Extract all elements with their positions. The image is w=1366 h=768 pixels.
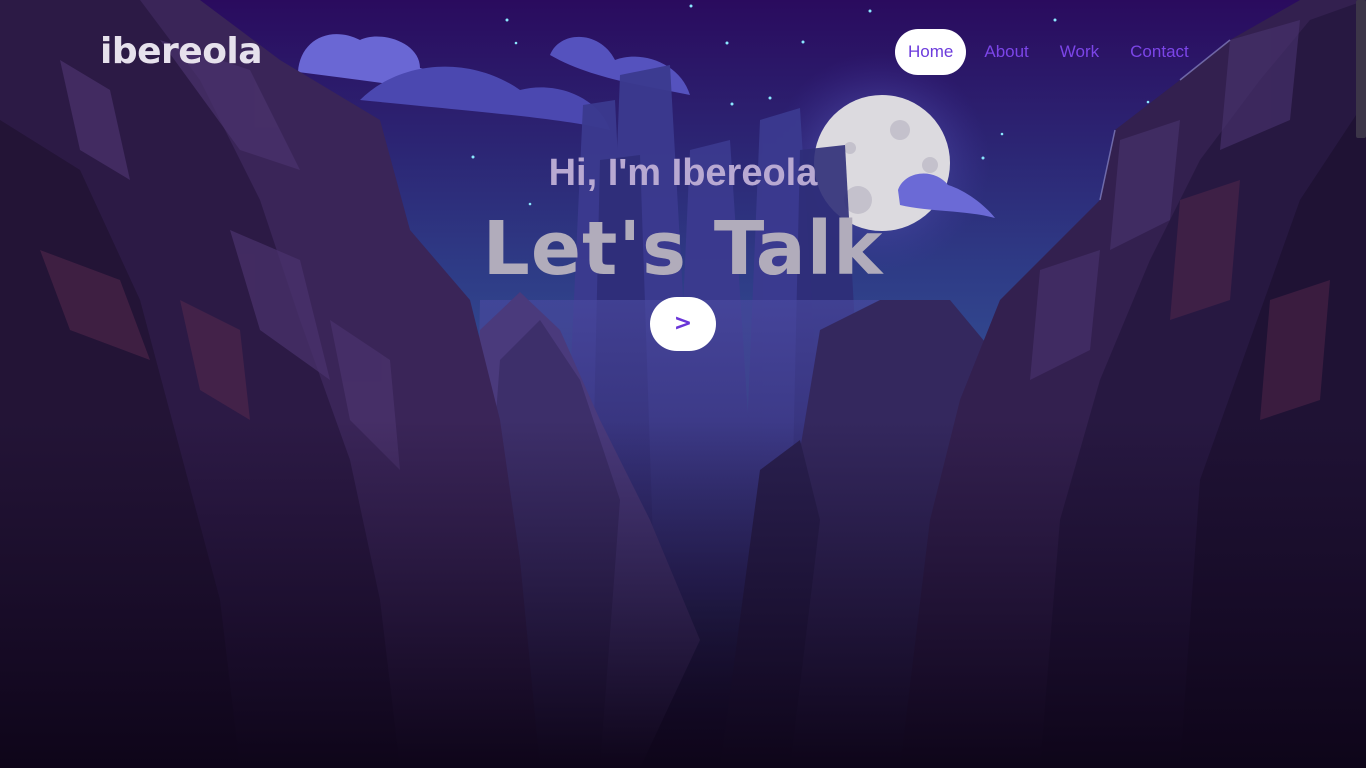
nav-about-link[interactable]: About xyxy=(971,29,1041,75)
night-canyon-illustration xyxy=(0,0,1366,768)
scrollbar-thumb[interactable] xyxy=(1356,0,1366,138)
hero-scene: ibereola Home About Work Contact Hi, I'm… xyxy=(0,0,1366,768)
nav-home-link[interactable]: Home xyxy=(895,29,967,75)
hero-title: Let's Talk xyxy=(482,206,884,292)
site-logo[interactable]: ibereola xyxy=(100,30,263,73)
main-nav: Home About Work Contact xyxy=(895,29,1207,75)
hero-greeting: Hi, I'm Ibereola xyxy=(548,152,818,194)
lets-talk-button[interactable]: > xyxy=(650,297,716,351)
scrollbar[interactable] xyxy=(1354,0,1366,768)
nav-work-link[interactable]: Work xyxy=(1047,29,1112,75)
nav-contact-link[interactable]: Contact xyxy=(1117,29,1202,75)
